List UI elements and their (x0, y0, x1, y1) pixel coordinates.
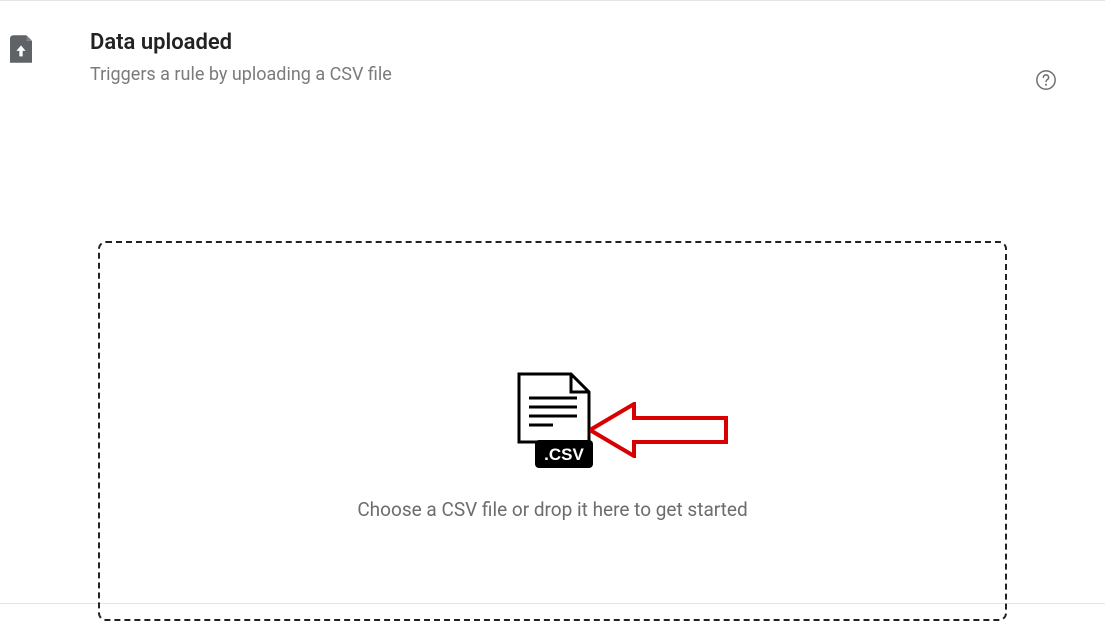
file-upload-icon (10, 35, 32, 63)
page-subtitle: Triggers a rule by uploading a CSV file (90, 64, 1035, 85)
dropzone-instruction: Choose a CSV file or drop it here to get… (357, 498, 747, 521)
header-text: Data uploaded Triggers a rule by uploadi… (90, 29, 1035, 85)
help-icon[interactable] (1035, 69, 1057, 91)
csv-file-icon: .CSV (509, 372, 597, 472)
svg-text:.CSV: .CSV (544, 445, 584, 464)
csv-dropzone[interactable]: .CSV Choose a CSV file or drop it here t… (98, 241, 1007, 621)
page-container: Data uploaded Triggers a rule by uploadi… (0, 1, 1105, 603)
page-title: Data uploaded (90, 29, 1035, 58)
header-row: Data uploaded Triggers a rule by uploadi… (0, 1, 1105, 91)
